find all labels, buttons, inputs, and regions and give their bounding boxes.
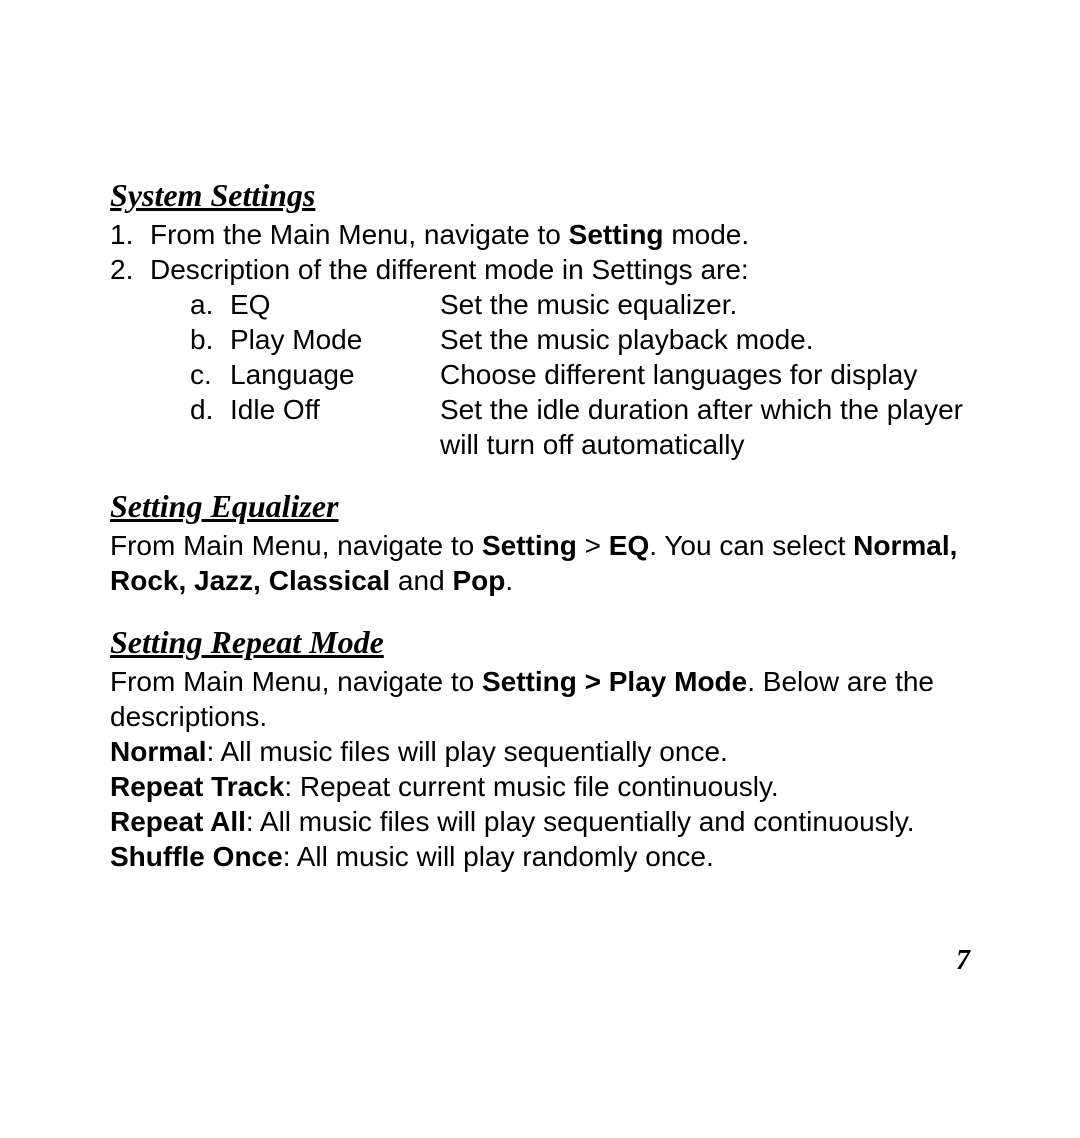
step-2: 2. Description of the different mode in … (110, 252, 990, 462)
heading-system-settings: System Settings (110, 175, 990, 215)
step-text-bold: Setting (569, 219, 664, 250)
item-desc: Set the idle duration after which the pl… (440, 392, 990, 462)
repeat-mode-item: Repeat All: All music files will play se… (110, 804, 990, 839)
text-fragment: From Main Menu, navigate to (110, 530, 482, 561)
item-label: Play Mode (230, 322, 440, 357)
section-setting-repeat-mode: Setting Repeat Mode From Main Menu, navi… (110, 622, 990, 874)
mode-desc: : All music will play randomly once. (283, 841, 714, 872)
step-number: 1. (110, 217, 133, 252)
list-item: c. Language Choose different languages f… (190, 357, 990, 392)
step-1: 1. From the Main Menu, navigate to Setti… (110, 217, 990, 252)
step-text-post: mode. (664, 219, 750, 250)
page-number: 7 (956, 943, 970, 978)
text-fragment: > (577, 530, 609, 561)
list-item: d. Idle Off Set the idle duration after … (190, 392, 990, 462)
item-label: Idle Off (230, 392, 440, 427)
repeat-intro: From Main Menu, navigate to Setting > Pl… (110, 664, 990, 734)
mode-name: Shuffle Once (110, 841, 283, 872)
text-bold: Setting > Play Mode (482, 666, 747, 697)
system-settings-steps: 1. From the Main Menu, navigate to Setti… (110, 217, 990, 462)
text-fragment: From Main Menu, navigate to (110, 666, 482, 697)
step-number: 2. (110, 252, 133, 287)
item-label: EQ (230, 287, 440, 322)
item-letter: a. (190, 287, 230, 322)
repeat-mode-item: Normal: All music files will play sequen… (110, 734, 990, 769)
heading-setting-repeat-mode: Setting Repeat Mode (110, 622, 990, 662)
repeat-mode-item: Shuffle Once: All music will play random… (110, 839, 990, 874)
mode-name: Repeat All (110, 806, 246, 837)
text-bold: EQ (609, 530, 649, 561)
step-text-pre: From the Main Menu, navigate to (150, 219, 569, 250)
repeat-mode-item: Repeat Track: Repeat current music file … (110, 769, 990, 804)
item-desc: Set the music equalizer. (440, 287, 990, 322)
text-bold: Setting (482, 530, 577, 561)
item-label: Language (230, 357, 440, 392)
mode-name: Repeat Track (110, 771, 284, 802)
item-letter: c. (190, 357, 230, 392)
mode-desc: : Repeat current music file continuously… (284, 771, 778, 802)
item-letter: b. (190, 322, 230, 357)
text-fragment: and (390, 565, 452, 596)
equalizer-text: From Main Menu, navigate to Setting > EQ… (110, 528, 990, 598)
settings-mode-list: a. EQ Set the music equalizer. b. Play M… (150, 287, 990, 462)
heading-setting-equalizer: Setting Equalizer (110, 486, 990, 526)
mode-desc: : All music files will play sequentially… (206, 736, 727, 767)
item-letter: d. (190, 392, 230, 427)
list-item: b. Play Mode Set the music playback mode… (190, 322, 990, 357)
text-bold: Pop (452, 565, 505, 596)
list-item: a. EQ Set the music equalizer. (190, 287, 990, 322)
mode-name: Normal (110, 736, 206, 767)
step-text: Description of the different mode in Set… (150, 254, 749, 285)
text-fragment: . (505, 565, 513, 596)
mode-desc: : All music files will play sequentially… (246, 806, 915, 837)
section-system-settings: System Settings 1. From the Main Menu, n… (110, 175, 990, 462)
section-setting-equalizer: Setting Equalizer From Main Menu, naviga… (110, 486, 990, 598)
item-desc: Choose different languages for display (440, 357, 990, 392)
item-desc: Set the music playback mode. (440, 322, 990, 357)
text-fragment: . You can select (649, 530, 853, 561)
